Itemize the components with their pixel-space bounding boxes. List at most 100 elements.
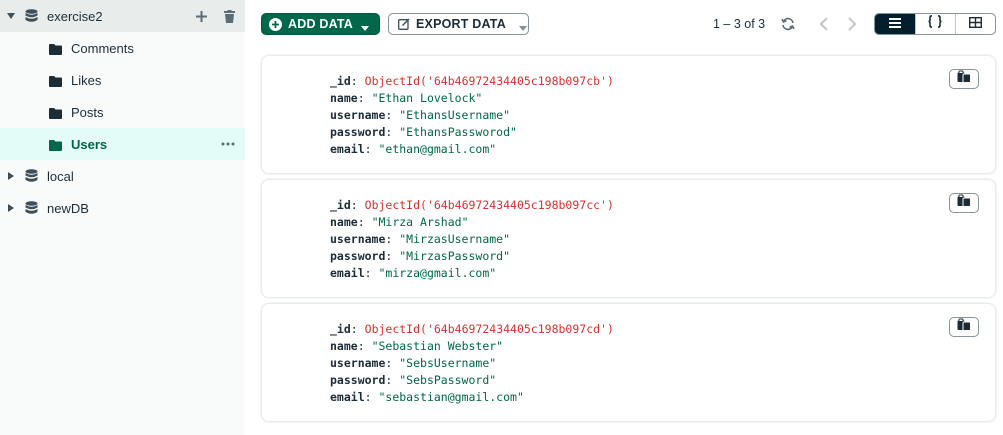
field-value[interactable]: "MirzasPassword" (399, 249, 510, 263)
field-key: name (330, 91, 358, 105)
caret-down-icon[interactable] (7, 12, 15, 20)
field-value[interactable]: "sebastian@gmail.com" (378, 390, 523, 404)
field-key: _id (330, 322, 351, 336)
document-card[interactable]: _id: ObjectId('64b46972434405c198b097cd'… (261, 303, 996, 422)
database-icon (25, 169, 38, 183)
sidebar-db-newdb[interactable]: newDB (0, 192, 245, 224)
sidebar-db-label: local (47, 168, 74, 184)
sidebar-collection-comments[interactable]: Comments (0, 32, 245, 64)
field-row: _id: ObjectId('64b46972434405c198b097cc'… (330, 198, 614, 212)
caret-right-icon[interactable] (7, 172, 15, 180)
document-fields: _id: ObjectId('64b46972434405c198b097cb'… (330, 73, 614, 158)
field-row: email: "mirza@gmail.com" (330, 266, 497, 280)
table-view-button[interactable] (954, 14, 995, 34)
clipboard-icon (957, 318, 971, 336)
field-key: _id (330, 198, 351, 212)
field-key: password (330, 125, 386, 139)
sidebar-collection-likes[interactable]: Likes (0, 64, 245, 96)
list-view-button[interactable] (875, 14, 915, 34)
clipboard-icon (957, 70, 971, 88)
sidebar-db-local[interactable]: local (0, 160, 245, 192)
plus-icon[interactable] (194, 9, 208, 23)
add-data-label: ADD DATA (288, 17, 354, 31)
field-key: username (330, 232, 386, 246)
document-card[interactable]: _id: ObjectId('64b46972434405c198b097cb'… (261, 55, 996, 174)
field-row: _id: ObjectId('64b46972434405c198b097cd'… (330, 322, 614, 336)
field-key: name (330, 215, 358, 229)
field-value[interactable]: ObjectId('64b46972434405c198b097cd') (365, 322, 614, 336)
folder-icon (49, 139, 62, 151)
json-view-button[interactable] (914, 14, 955, 34)
field-row: password: "EthansPassworod" (330, 125, 517, 139)
field-key: name (330, 339, 358, 353)
field-value[interactable]: "ethan@gmail.com" (378, 142, 496, 156)
field-key: password (330, 249, 386, 263)
sidebar: exercise2 Comments Likes Posts Users loc… (0, 0, 245, 435)
curly-braces-icon (928, 15, 943, 33)
folder-icon (49, 107, 62, 119)
document-fields: _id: ObjectId('64b46972434405c198b097cc'… (330, 197, 614, 282)
field-value[interactable]: "Sebastian Webster" (372, 339, 504, 353)
chevron-left-icon[interactable] (817, 16, 831, 32)
field-value[interactable]: "MirzasUsername" (399, 232, 510, 246)
field-row: email: "ethan@gmail.com" (330, 142, 497, 156)
copy-document-button[interactable] (949, 69, 979, 89)
sidebar-db-exercise2[interactable]: exercise2 (0, 0, 245, 32)
field-row: username: "EthansUsername" (330, 108, 511, 122)
view-mode-toggle (874, 13, 996, 35)
list-icon (888, 15, 901, 33)
field-value[interactable]: ObjectId('64b46972434405c198b097cb') (365, 74, 614, 88)
field-value[interactable]: "SebsPassword" (399, 373, 496, 387)
field-value[interactable]: "Mirza Arshad" (372, 215, 469, 229)
field-row: email: "sebastian@gmail.com" (330, 390, 524, 404)
table-icon (968, 15, 982, 33)
field-value[interactable]: "EthansPassworod" (399, 125, 517, 139)
field-row: username: "SebsUsername" (330, 356, 497, 370)
document-fields: _id: ObjectId('64b46972434405c198b097cd'… (330, 321, 614, 406)
field-row: name: "Ethan Lovelock" (330, 91, 483, 105)
export-data-button[interactable]: EXPORT DATA (388, 13, 529, 35)
field-value[interactable]: "SebsUsername" (399, 356, 496, 370)
field-key: email (330, 390, 365, 404)
field-key: password (330, 373, 386, 387)
sidebar-db-label: exercise2 (47, 8, 103, 24)
field-value[interactable]: "EthansUsername" (399, 108, 510, 122)
add-data-button[interactable]: ADD DATA (261, 13, 380, 35)
field-row: name: "Sebastian Webster" (330, 339, 504, 353)
caret-down-icon (361, 21, 370, 31)
field-key: _id (330, 74, 351, 88)
copy-document-button[interactable] (949, 193, 979, 213)
copy-document-button[interactable] (949, 317, 979, 337)
sidebar-collection-posts[interactable]: Posts (0, 96, 245, 128)
sidebar-collection-label: Likes (71, 72, 102, 88)
field-row: username: "MirzasUsername" (330, 232, 511, 246)
field-value[interactable]: "Ethan Lovelock" (372, 91, 483, 105)
sidebar-collection-users[interactable]: Users (0, 128, 245, 160)
sidebar-collection-label: Users (71, 136, 108, 152)
field-key: username (330, 108, 386, 122)
database-icon (25, 9, 38, 23)
document-card[interactable]: _id: ObjectId('64b46972434405c198b097cc'… (261, 179, 996, 298)
ellipsis-icon[interactable] (221, 137, 235, 151)
sidebar-collection-label: Comments (71, 40, 134, 56)
refresh-icon[interactable] (780, 16, 796, 32)
sidebar-db-label: newDB (47, 200, 89, 216)
trash-icon[interactable] (222, 9, 236, 23)
documents-toolbar: ADD DATA EXPORT DATA 1 – 3 of 3 (245, 0, 1003, 48)
export-icon (398, 18, 410, 30)
database-icon (25, 201, 38, 215)
folder-icon (49, 43, 62, 55)
field-value[interactable]: ObjectId('64b46972434405c198b097cc') (365, 198, 614, 212)
chevron-right-icon[interactable] (845, 16, 859, 32)
field-key: email (330, 266, 365, 280)
field-key: username (330, 356, 386, 370)
field-row: _id: ObjectId('64b46972434405c198b097cb'… (330, 74, 614, 88)
field-row: password: "MirzasPassword" (330, 249, 511, 263)
clipboard-icon (957, 194, 971, 212)
pagination-count: 1 – 3 of 3 (713, 17, 766, 31)
plus-circle-icon (269, 17, 282, 31)
field-value[interactable]: "mirza@gmail.com" (378, 266, 496, 280)
folder-icon (49, 75, 62, 87)
caret-right-icon[interactable] (7, 204, 15, 212)
caret-down-icon (518, 21, 527, 31)
